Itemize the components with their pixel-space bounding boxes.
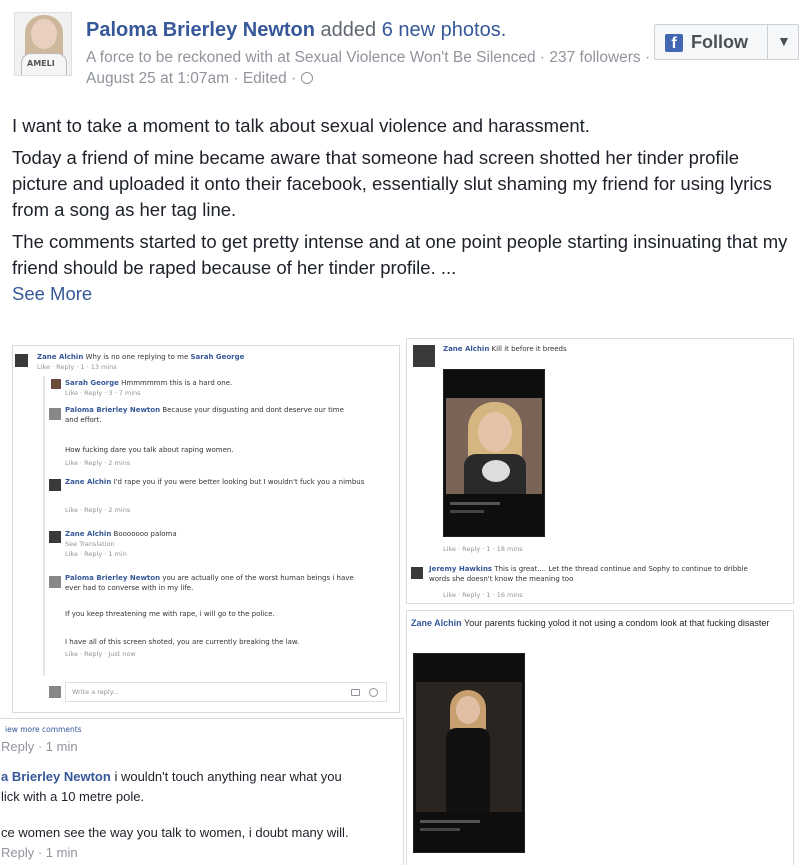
profile-caption xyxy=(420,820,480,823)
follow-divider xyxy=(767,25,768,59)
comment-line-1: a Brierley Newton i wouldn't touch anyth… xyxy=(1,769,342,784)
post-paragraph-1: I want to take a moment to talk about se… xyxy=(12,115,590,136)
photo-screenshot-3[interactable]: Zane Alchin Kill it before it breeds Lik… xyxy=(406,338,794,604)
facebook-icon: f xyxy=(665,34,683,52)
globe-icon xyxy=(300,72,313,84)
camera-icon[interactable] xyxy=(351,689,360,696)
follow-label: Follow xyxy=(691,32,748,52)
chevron-down-icon[interactable]: ▼ xyxy=(777,33,791,49)
comment-6: Paloma Brierley Newton you are actually … xyxy=(65,574,354,592)
comment-3-meta: Like · Reply · 2 mins xyxy=(65,459,131,467)
comment-2: Sarah George Hmmmmmm this is a hard one. xyxy=(65,379,233,387)
comment-2-meta: Like · Reply · 1 · 16 mins xyxy=(443,591,523,599)
comment-5-meta: Like · Reply · 1 min xyxy=(65,550,127,558)
comment-3b: How fucking dare you talk about raping w… xyxy=(65,446,234,454)
reply-input[interactable]: Write a reply... xyxy=(65,682,387,702)
commenter-avatar xyxy=(413,345,435,367)
subline-text: A force to be reckoned with at Sexual Vi… xyxy=(86,49,651,87)
comment-5: Zane Alchin Booooooo paloma xyxy=(65,530,177,538)
profile-caption xyxy=(450,510,484,513)
post-paragraph-3: The comments started to get pretty inten… xyxy=(12,229,796,307)
comment-6c: I have all of this screen shoted, you ar… xyxy=(65,638,300,646)
avatar-shirt-text: AMELI xyxy=(27,59,55,68)
view-more-comments-link[interactable]: iew more comments xyxy=(5,725,82,735)
profile-avatar[interactable]: AMELI xyxy=(14,12,72,76)
comment-1-meta: Like · Reply · 1 · 18 mins xyxy=(443,545,523,553)
comment-4: Zane Alchin I'd rape you if you were bet… xyxy=(65,478,365,486)
commenter-avatar xyxy=(411,567,423,579)
comment-1-meta: Like · Reply · 1 · 13 mins xyxy=(37,363,117,371)
comment-line-2: ce women see the way you talk to women, … xyxy=(1,825,349,840)
avatar-face xyxy=(31,19,57,49)
comment-meta: Reply · 1 min xyxy=(1,739,78,754)
commenter-avatar xyxy=(49,531,61,543)
author-name-link[interactable]: Paloma Brierley Newton xyxy=(86,19,315,41)
comment-2: Jeremy Hawkins This is great.... Let the… xyxy=(429,565,748,583)
comment-1: Zane Alchin Why is no one replying to me… xyxy=(37,353,245,361)
post-paragraph-2: Today a friend of mine became aware that… xyxy=(12,147,772,220)
comment-1: Zane Alchin Your parents fucking yolod i… xyxy=(411,618,770,628)
photo-screenshot-4[interactable]: Zane Alchin Your parents fucking yolod i… xyxy=(406,610,794,865)
reply-avatar xyxy=(49,686,61,698)
follow-button[interactable]: f Follow ▼ xyxy=(654,24,799,60)
comment-meta-2: Reply · 1 min xyxy=(1,845,78,860)
comment-6-meta: Like · Reply · Just now xyxy=(65,650,136,658)
comment-1: Zane Alchin Kill it before it breeds xyxy=(443,345,567,353)
comment-3: Paloma Brierley Newton Because your disg… xyxy=(65,406,344,424)
comment-2-meta: Like · Reply · 3 · 7 mins xyxy=(65,389,141,397)
photo-screenshot-2[interactable]: iew more comments Reply · 1 min a Brierl… xyxy=(0,718,404,865)
profile-photo xyxy=(416,682,522,812)
thread-line xyxy=(43,376,45,676)
commenter-avatar xyxy=(49,408,61,420)
commenter-avatar xyxy=(15,354,28,367)
emoji-icon[interactable] xyxy=(369,688,378,697)
commenter-avatar xyxy=(49,576,61,588)
profile-caption xyxy=(420,828,460,831)
commenter-avatar xyxy=(49,479,61,491)
comment-line-1b: lick with a 10 metre pole. xyxy=(1,789,145,804)
reply-placeholder: Write a reply... xyxy=(72,688,119,696)
see-more-link[interactable]: See More xyxy=(12,283,92,304)
profile-photo xyxy=(446,398,542,494)
comment-4-meta: Like · Reply · 2 mins xyxy=(65,506,131,514)
header-line: Paloma Brierley Newton added 6 new photo… xyxy=(86,18,506,42)
profile-caption xyxy=(450,502,500,505)
tinder-profile-screenshot xyxy=(413,653,525,853)
post-paragraph-3-text: The comments started to get pretty inten… xyxy=(12,231,788,278)
comment-6b: If you keep threatening me with rape, i … xyxy=(65,610,275,618)
header-subline: A force to be reckoned with at Sexual Vi… xyxy=(86,47,656,89)
post-header: AMELI Paloma Brierley Newton added 6 new… xyxy=(14,12,799,92)
action-text: added xyxy=(320,19,377,41)
tinder-profile-screenshot xyxy=(443,369,545,537)
post-body: I want to take a moment to talk about se… xyxy=(12,113,796,313)
see-translation-link[interactable]: See Translation xyxy=(65,540,115,550)
photo-screenshot-1[interactable]: Zane Alchin Why is no one replying to me… xyxy=(12,345,400,713)
photos-count-link[interactable]: 6 new photos. xyxy=(382,19,507,41)
commenter-avatar xyxy=(51,379,61,389)
